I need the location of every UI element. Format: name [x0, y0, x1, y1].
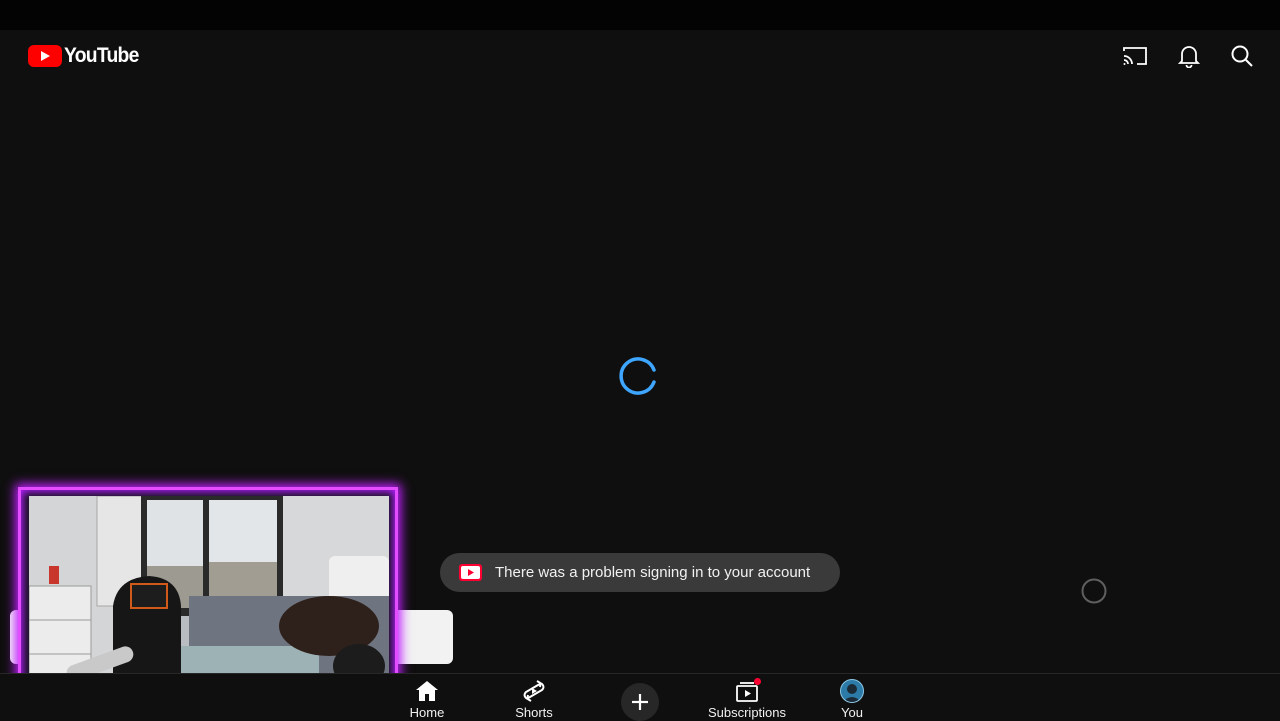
webcam-scene-image: [29, 496, 389, 690]
search-button[interactable]: [1228, 42, 1256, 70]
search-icon: [1231, 45, 1253, 67]
nav-item-shorts[interactable]: Shorts: [494, 674, 574, 721]
status-strip: [0, 0, 1280, 30]
avatar: [840, 679, 864, 703]
cast-icon: [1123, 47, 1147, 65]
nav-item-you[interactable]: You: [812, 674, 892, 721]
cast-button[interactable]: [1121, 42, 1149, 70]
notifications-bell-icon: [1178, 46, 1200, 68]
app-header: YouTube: [0, 30, 1280, 82]
toast-message: There was a problem signing in to your a…: [495, 564, 811, 581]
nav-item-subscriptions[interactable]: Subscriptions: [706, 674, 788, 721]
logo-text: YouTube: [64, 44, 139, 67]
youtube-logo[interactable]: YouTube: [28, 44, 145, 68]
nav-label-you: You: [841, 705, 863, 720]
home-icon: [416, 681, 438, 701]
loading-spinner-icon: [619, 357, 656, 395]
create-button[interactable]: [621, 683, 659, 721]
nav-label-home: Home: [409, 705, 445, 720]
notifications-button[interactable]: [1175, 42, 1203, 70]
sign-in-error-toast: There was a problem signing in to your a…: [440, 553, 840, 592]
shorts-icon: [523, 680, 545, 702]
youtube-play-logo-icon: [28, 45, 62, 67]
plus-icon: [632, 694, 648, 710]
bottom-navigation-bar: Home Shorts Subscriptions You: [0, 673, 1280, 721]
webcam-overlay: [18, 487, 398, 699]
nav-label-subscriptions: Subscriptions: [707, 705, 787, 720]
avatar-person-icon: [843, 684, 861, 702]
nav-label-shorts: Shorts: [515, 705, 553, 720]
new-content-badge: [754, 678, 761, 685]
small-loading-spinner-icon: [1081, 578, 1107, 604]
youtube-play-toast-icon: [459, 564, 482, 581]
nav-item-home[interactable]: Home: [387, 674, 467, 721]
